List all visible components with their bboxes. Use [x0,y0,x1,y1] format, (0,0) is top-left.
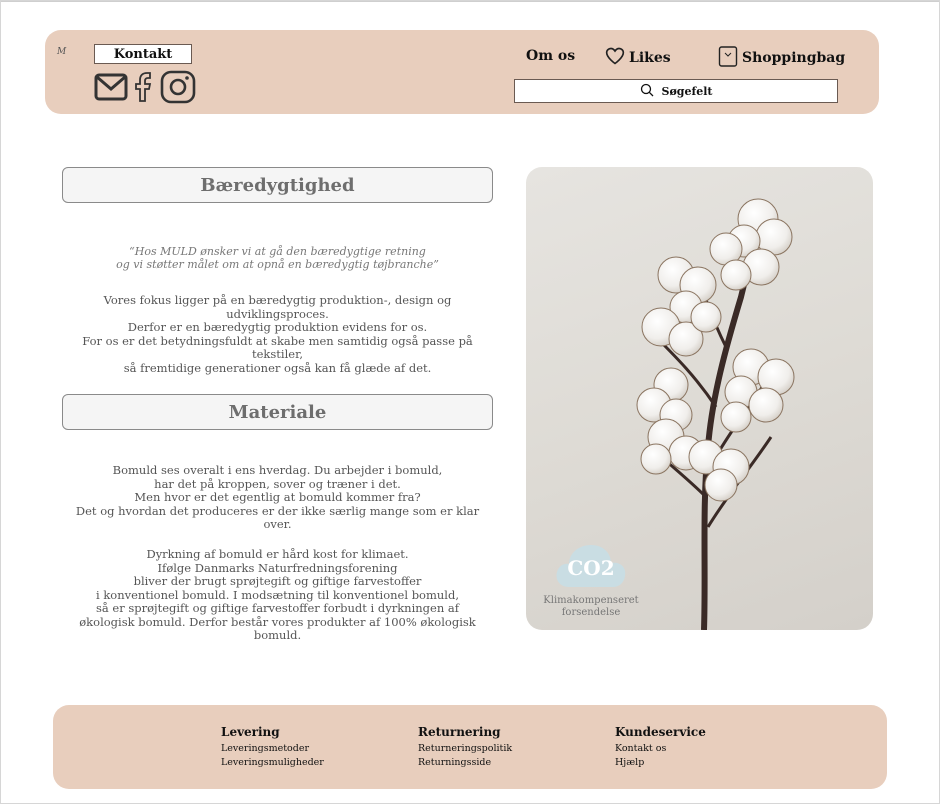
text-line: økologisk bomuld. Derfor består vores pr… [79,614,476,642]
sustainability-quote: “Hos MULD ønsker vi at gå den bæredygtig… [62,245,493,271]
footer-column-delivery: Levering Leveringsmetoder Leveringsmulig… [221,725,324,770]
social-links [94,70,196,108]
text-line: Derfor er en bæredygtig produktion evide… [127,320,428,334]
footer-link[interactable]: Hjælp [615,756,706,770]
instagram-icon[interactable] [160,70,196,108]
heart-icon [605,46,625,70]
footer-column-customer-service: Kundeservice Kontakt os Hjælp [615,725,706,770]
quote-line: “Hos MULD ønsker vi at gå den bæredygtig… [129,245,426,258]
nav-shoppingbag[interactable]: Shoppingbag [718,44,845,72]
cloud-icon: CO2 [556,545,626,587]
text-line: For os er det betydningsfuldt at skabe m… [82,333,473,361]
text-line: Ifølge Danmarks Naturfredningsforening [157,560,398,575]
text-line: Bomuld ses overalt i ens hverdag. Du arb… [112,463,443,477]
sustainability-heading: Bæredygtighed [62,167,493,203]
mail-icon[interactable] [94,72,128,106]
nav-shoppingbag-label: Shoppingbag [742,50,846,66]
text-line: Dyrkning af bomuld er hård kost for klim… [146,547,409,561]
quote-line: og vi støtter målet om at opnå en bæredy… [116,258,439,271]
cotton-image-card: CO2 Klimakompenseret forsendelse [526,167,873,630]
search-label: Søgefelt [661,84,713,98]
text-line: i konventionel bomuld. I modsætning til … [96,587,459,602]
material-text-2: Dyrkning af bomuld er hård kost for klim… [62,547,493,643]
nav-likes-label: Likes [629,50,671,66]
text-line: så er sprøjtegift og giftige farvestoffe… [95,601,460,615]
site-header: M Kontakt Om os Likes Shoppingbag Søgefe… [45,30,879,114]
footer-link[interactable]: Leveringsmetoder [221,742,324,756]
footer-heading: Kundeservice [615,725,706,739]
nav-about[interactable]: Om os [526,48,575,64]
site-footer: Levering Leveringsmetoder Leveringsmulig… [53,705,887,789]
co2-label: Klimakompenseret forsendelse [526,595,656,619]
facebook-icon[interactable] [134,71,154,107]
text-line: har det på kroppen, sover og træner i de… [154,476,401,491]
footer-link[interactable]: Leveringsmuligheder [221,756,324,770]
co2-label-line: forsendelse [561,607,621,618]
search-icon [640,83,654,100]
co2-badge: CO2 Klimakompenseret forsendelse [526,539,656,619]
text-line: så fremtidige generationer også kan få g… [123,360,432,375]
co2-label-line: Klimakompenseret [543,595,639,606]
material-text-1: Bomuld ses overalt i ens hverdag. Du arb… [62,463,493,532]
footer-link[interactable]: Returneringspolitik [418,742,512,756]
contact-button[interactable]: Kontakt [94,44,192,64]
text-line: Vores fokus ligger på en bæredygtig prod… [103,293,452,321]
shopping-bag-icon [718,44,738,72]
footer-link[interactable]: Kontakt os [615,742,706,756]
text-line: Men hvor er det egentlig at bomuld komme… [134,490,421,504]
material-heading: Materiale [62,394,493,430]
nav-likes[interactable]: Likes [605,46,671,70]
search-field[interactable]: Søgefelt [514,79,838,103]
sustainability-text: Vores fokus ligger på en bæredygtig prod… [62,293,493,375]
text-line: bliver der brugt sprøjtegift og giftige … [133,574,422,588]
logo[interactable]: M [57,47,66,57]
co2-text: CO2 [567,556,614,580]
footer-heading: Returnering [418,725,501,739]
footer-heading: Levering [221,725,280,739]
footer-link[interactable]: Returningsside [418,756,512,770]
nav-about-label: Om os [526,48,576,64]
text-line: Det og hvordan det produceres er der ikk… [75,503,480,531]
footer-column-returns: Returnering Returneringspolitik Returnin… [418,725,512,770]
